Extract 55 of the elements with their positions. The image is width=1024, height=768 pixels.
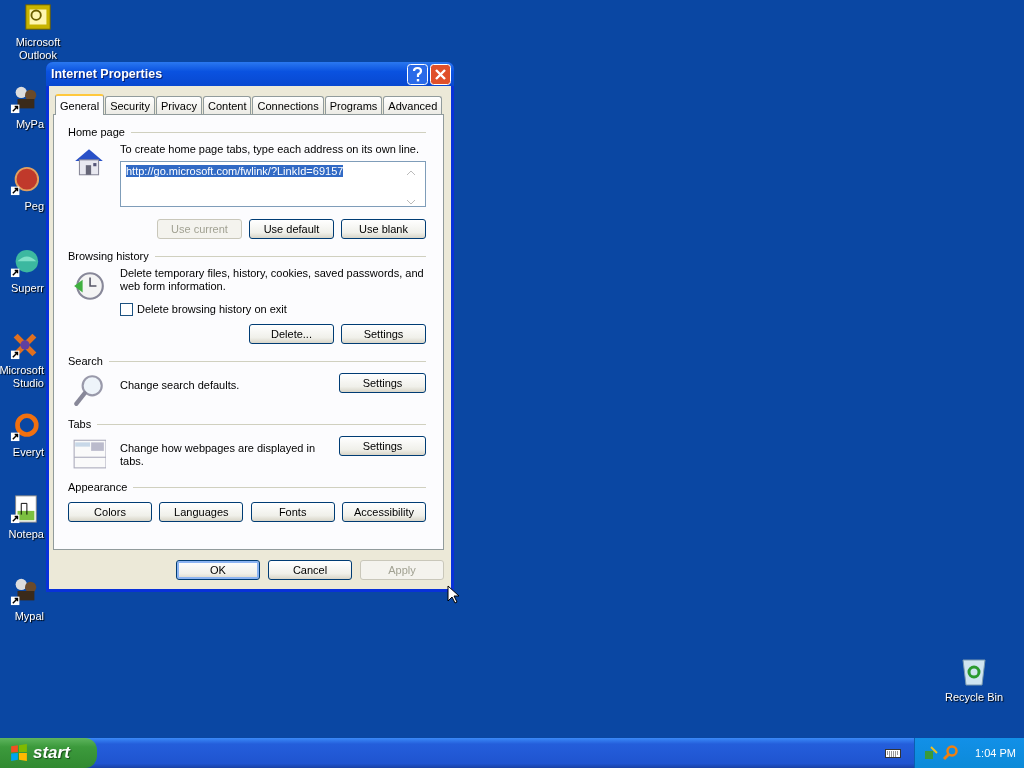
icon-label[interactable]: Superr xyxy=(10,282,44,295)
section-title: Home page xyxy=(68,126,125,138)
notepad-icon[interactable] xyxy=(10,494,40,524)
dialog-button[interactable]: OK xyxy=(176,560,260,580)
magnifier-icon xyxy=(72,373,106,407)
section-title: Search xyxy=(68,355,103,367)
icon-label[interactable]: Microsoft Studio xyxy=(0,364,44,390)
checkbox[interactable] xyxy=(120,303,133,316)
section-title: Browsing history xyxy=(68,250,149,262)
clock-icon xyxy=(72,269,106,303)
icon-label[interactable]: Mypal xyxy=(14,610,44,623)
dialog-button[interactable]: Cancel xyxy=(268,560,352,580)
tab[interactable]: Programs xyxy=(324,96,383,114)
description-text: Delete temporary files, history, cookies, saved passwords, and web form information. xyxy=(120,267,425,293)
globe-icon[interactable] xyxy=(10,248,40,278)
checkbox-label[interactable]: Delete browsing history on exit xyxy=(137,303,287,316)
start-button[interactable]: start xyxy=(0,738,97,768)
calendar-icon[interactable] xyxy=(23,2,53,32)
dialog-button[interactable]: Delete... xyxy=(249,324,334,344)
icon-label[interactable]: Peg xyxy=(24,200,44,213)
tab[interactable]: Content xyxy=(202,96,252,114)
mouse-pointer-icon xyxy=(447,585,459,604)
dialog-button[interactable]: Colors xyxy=(68,502,152,522)
dialog-button[interactable]: Accessibility xyxy=(342,502,426,522)
url-field[interactable]: http://go.microsoft.com/fwlink/?LinkId=69157 xyxy=(120,161,426,207)
icon-label[interactable]: Microsoft Outlook xyxy=(15,36,61,62)
windows-flag-icon xyxy=(10,744,28,762)
description-text: Change how webpages are displayed in tabs. xyxy=(120,442,317,468)
tab[interactable]: Privacy xyxy=(155,96,202,114)
section-title: Tabs xyxy=(68,418,92,430)
window-title: Internet Properties xyxy=(51,67,163,81)
tab[interactable]: Security xyxy=(105,96,155,114)
tab[interactable]: Connections xyxy=(252,96,324,114)
dialog-button[interactable]: Use blank xyxy=(341,219,426,239)
icon-label[interactable]: Notepa xyxy=(8,528,44,541)
icon-label[interactable]: Everyt xyxy=(12,446,44,459)
clock[interactable]: 1:04 PM xyxy=(975,747,1016,759)
section-title: Appearance xyxy=(68,481,128,493)
icon-label[interactable]: MyPa xyxy=(15,118,44,131)
dialog-button[interactable]: Settings xyxy=(341,324,426,344)
dialog-button[interactable]: Use default xyxy=(249,219,334,239)
keyboard-icon[interactable] xyxy=(885,747,901,759)
help-icon[interactable] xyxy=(407,63,428,85)
settings-button[interactable]: Settings xyxy=(339,436,426,456)
close-icon[interactable] xyxy=(430,63,451,85)
dialog-button[interactable]: Languages xyxy=(159,502,244,522)
description-text: To create home page tabs, type each address on its own line. xyxy=(120,143,420,156)
tab[interactable]: Advanced xyxy=(383,96,443,114)
description-text: Change search defaults. xyxy=(120,379,241,392)
settings-button[interactable]: Settings xyxy=(339,373,426,393)
tab[interactable]: General xyxy=(55,94,105,115)
icon-label[interactable]: Recycle Bin xyxy=(944,691,1004,704)
ball-icon[interactable] xyxy=(10,166,40,196)
ring-icon[interactable] xyxy=(10,412,40,442)
dialog-button[interactable]: Fonts xyxy=(250,502,335,522)
